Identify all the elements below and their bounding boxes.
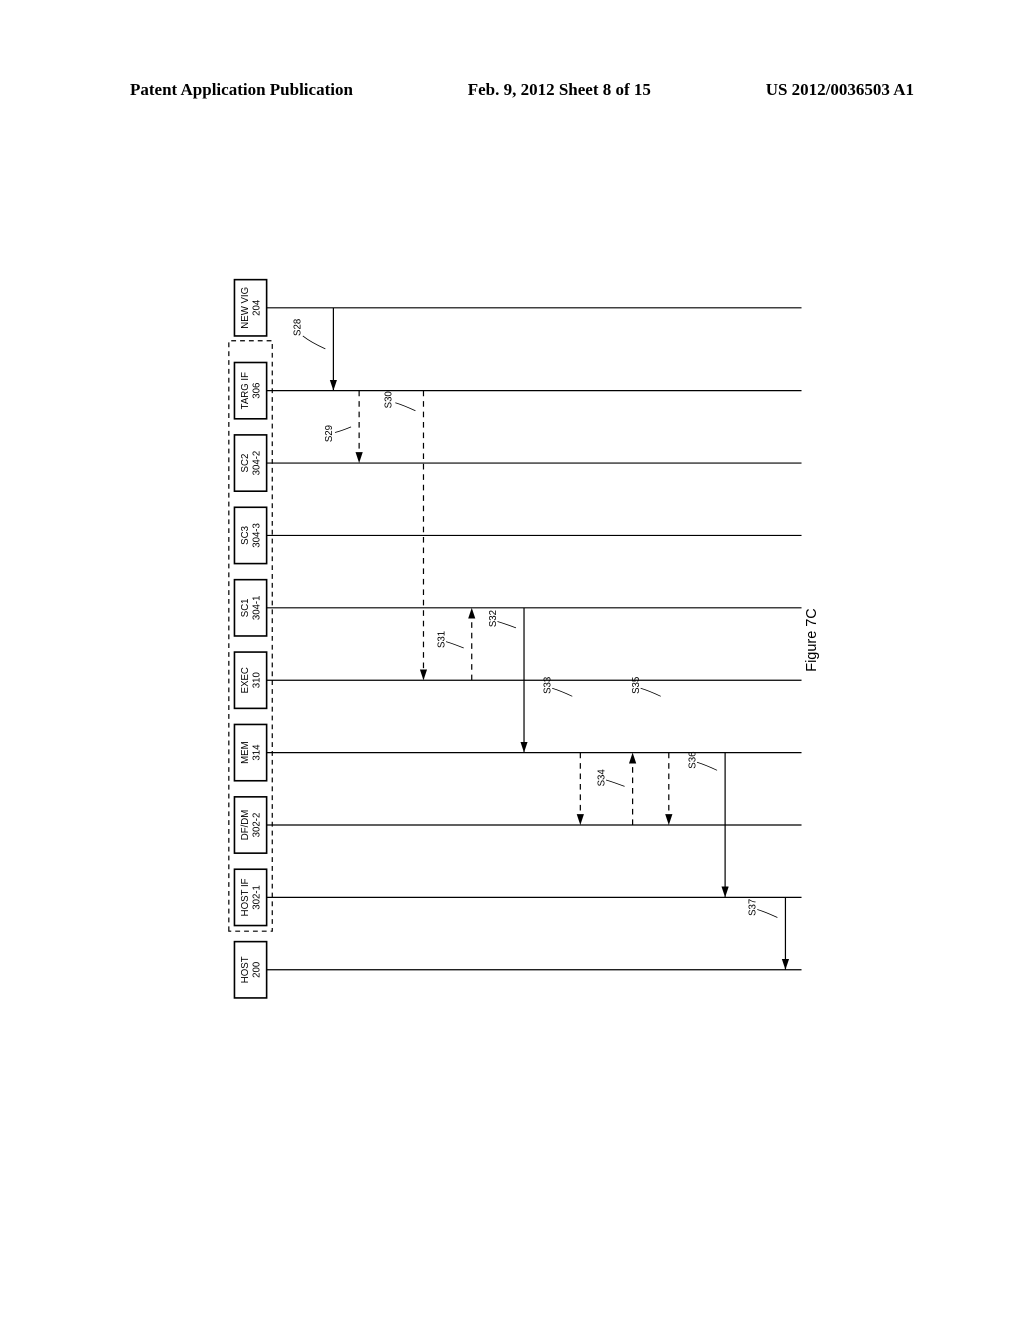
lifeline-label: SC1 <box>240 598 251 617</box>
leader-s29 <box>335 427 351 433</box>
lifeline-sublabel: 302-1 <box>251 885 262 910</box>
leader-s31 <box>446 642 464 648</box>
lifeline-new-vig: NEW VIG 204 <box>234 280 801 336</box>
step-label-s33: S33 <box>543 677 554 694</box>
lifeline-label: TARG IF <box>240 372 251 409</box>
step-label-s32: S32 <box>488 610 499 627</box>
lifeline-sc3: SC3 304-3 <box>234 507 801 563</box>
step-label-s36: S36 <box>687 752 698 769</box>
lifeline-host-if: HOST IF 302-1 <box>234 869 801 925</box>
leader-s30 <box>395 403 415 411</box>
lifeline-targ-if: TARG IF 306 <box>234 363 801 419</box>
sequence-diagram: HOST 200 HOST IF 302-1 DF/DM 302-2 MEM 3… <box>60 270 980 1010</box>
lifeline-exec: EXEC 310 <box>234 652 801 708</box>
step-label-s29: S29 <box>324 425 335 442</box>
leader-s28 <box>303 336 326 349</box>
leader-s34 <box>606 780 625 786</box>
header-left: Patent Application Publication <box>130 80 353 100</box>
lifeline-dfdm: DF/DM 302-2 <box>234 797 801 853</box>
lifeline-label: DF/DM <box>240 810 251 841</box>
lifeline-sublabel: 204 <box>251 299 262 316</box>
lifeline-sc2: SC2 304-2 <box>234 435 801 491</box>
leader-s33 <box>552 688 572 696</box>
lifeline-label: HOST <box>240 956 251 983</box>
step-label-s35: S35 <box>631 677 642 694</box>
leader-s32 <box>497 622 516 628</box>
lifeline-mem: MEM 314 <box>234 724 801 780</box>
lifeline-sublabel: 310 <box>251 672 262 688</box>
step-label-s30: S30 <box>383 391 394 408</box>
header-right: US 2012/0036503 A1 <box>766 80 914 100</box>
step-label-s37: S37 <box>748 899 759 916</box>
lifeline-sublabel: 200 <box>251 962 262 978</box>
lifeline-sublabel: 314 <box>251 744 262 761</box>
lifeline-sublabel: 306 <box>251 383 262 399</box>
lifeline-sublabel: 304-3 <box>251 523 262 548</box>
figure-label: Figure 7C <box>804 608 820 672</box>
lifeline-label: HOST IF <box>240 878 251 916</box>
lifeline-sublabel: 302-2 <box>251 813 262 838</box>
header-center: Feb. 9, 2012 Sheet 8 of 15 <box>468 80 651 100</box>
lifeline-label: MEM <box>240 741 251 763</box>
lifeline-sublabel: 304-2 <box>251 451 262 476</box>
step-label-s34: S34 <box>596 769 607 787</box>
diagram-svg: HOST 200 HOST IF 302-1 DF/DM 302-2 MEM 3… <box>60 270 980 1010</box>
lifeline-sc1: SC1 304-1 <box>234 580 801 636</box>
lifeline-label: NEW VIG <box>240 287 251 329</box>
leader-s36 <box>697 762 717 770</box>
lifeline-label: SC3 <box>240 526 251 545</box>
lifeline-label: SC2 <box>240 454 251 473</box>
lifeline-sublabel: 304-1 <box>251 595 262 620</box>
lifeline-host: HOST 200 <box>234 942 801 998</box>
leader-s37 <box>757 909 777 917</box>
leader-s35 <box>641 688 661 696</box>
page-header: Patent Application Publication Feb. 9, 2… <box>0 80 1024 100</box>
step-label-s28: S28 <box>292 319 303 336</box>
lifeline-label: EXEC <box>240 667 251 693</box>
step-label-s31: S31 <box>436 631 447 648</box>
